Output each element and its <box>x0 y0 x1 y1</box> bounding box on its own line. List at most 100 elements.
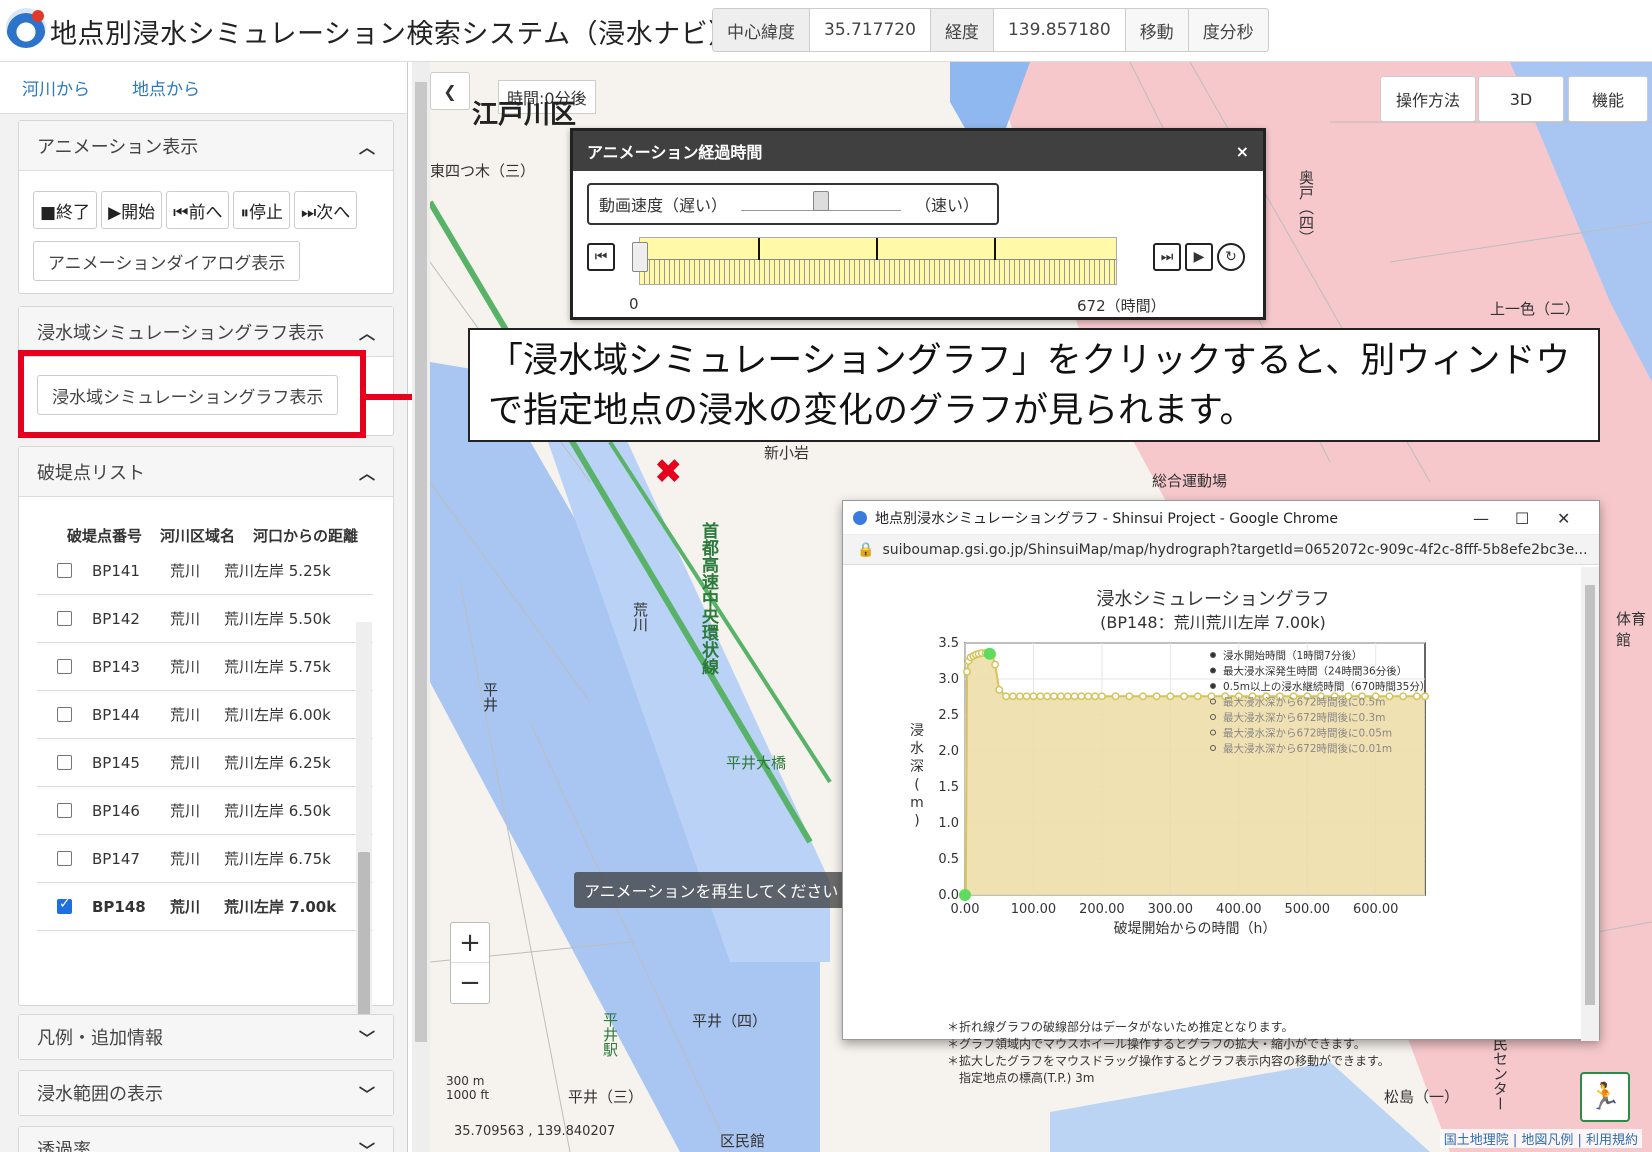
speed-slow-label: 動画速度（遅い） <box>599 196 728 215</box>
table-row[interactable]: BP145 荒川 荒川左岸 6.25k <box>37 739 373 787</box>
data-point <box>1043 692 1052 701</box>
row-checkbox[interactable] <box>57 659 72 674</box>
breach-panel-header[interactable]: 破堤点リスト ︿ <box>19 447 393 497</box>
graph-window-titlebar: 地点別浸水シミュレーショングラフ - Shinsui Project - Goo… <box>843 501 1599 535</box>
row-checkbox[interactable] <box>57 707 72 722</box>
table-row[interactable]: BP143 荒川 荒川左岸 5.75k <box>37 643 373 691</box>
move-button[interactable]: 移動 <box>1125 9 1189 51</box>
close-icon[interactable]: ✕ <box>1557 509 1570 528</box>
skip-start-icon[interactable]: ⏮ <box>587 243 615 271</box>
breach-point-marker-icon[interactable]: ✖ <box>654 452 683 492</box>
bp-number: BP143 <box>92 657 140 676</box>
anim-pause-button[interactable]: ⏸停止 <box>233 191 290 229</box>
legend-item: 0.5m以上の浸水継続時間（670時間35分） <box>1223 680 1430 693</box>
speed-slider[interactable] <box>741 191 902 211</box>
chevron-up-icon: ︿ <box>358 137 375 157</box>
y-tick-label: 3.5 <box>938 636 959 651</box>
close-icon[interactable]: × <box>1236 142 1249 161</box>
data-point <box>995 685 1004 694</box>
3d-button[interactable]: 3D <box>1478 76 1564 122</box>
map-label: 平井（四） <box>692 1012 768 1030</box>
row-checkbox[interactable] <box>57 896 72 914</box>
help-button[interactable]: 操作方法 <box>1380 76 1476 122</box>
scroll-thumb[interactable] <box>415 82 427 1042</box>
col-bp-number: 破堤点番号 <box>67 527 143 545</box>
data-point <box>1091 692 1100 701</box>
lon-input[interactable]: 139.857180 <box>993 9 1126 51</box>
anim-next-button[interactable]: ⏭次へ <box>293 191 358 229</box>
legend-panel-header[interactable]: 凡例・追加情報 ﹀ <box>19 1015 393 1059</box>
app-title: 地点別浸水シミュレーション検索システム（浸水ナビ） <box>50 19 736 50</box>
opacity-header[interactable]: 透過率 ﹀ <box>19 1127 393 1152</box>
map-label: 荒川 <box>631 602 649 632</box>
map-label: 民センター <box>1491 1036 1509 1111</box>
anim-dialog-button[interactable]: アニメーションダイアログ表示 <box>33 241 301 281</box>
tab-river[interactable]: 河川から <box>22 75 90 100</box>
table-row[interactable]: BP148 荒川 荒川左岸 7.00k <box>37 883 373 931</box>
address-bar[interactable]: 🔒 suiboumap.gsi.go.jp/ShinsuiMap/map/hydr… <box>843 535 1599 565</box>
x-tick-label: 500.00 <box>1285 902 1331 917</box>
zoom-out-button[interactable]: − <box>451 963 489 1003</box>
y-tick-label: 3.0 <box>938 672 959 687</box>
skip-end-icon[interactable]: ⏭ <box>1153 243 1181 271</box>
map-label: 平井 <box>481 682 499 712</box>
distance: 荒川左岸 5.75k <box>224 658 331 676</box>
slider-handle[interactable] <box>813 191 830 211</box>
table-row[interactable]: BP147 荒川 荒川左岸 6.75k <box>37 835 373 883</box>
row-checkbox[interactable] <box>57 803 72 818</box>
play-icon[interactable]: ▶ <box>1185 243 1213 271</box>
legend-item: 最大浸水深発生時間（24時間36分後） <box>1223 665 1407 678</box>
sidebar-scrollbar[interactable] <box>412 62 430 1152</box>
row-checkbox[interactable] <box>57 755 72 770</box>
minimize-icon[interactable]: — <box>1473 509 1489 528</box>
x-tick-label: 400.00 <box>1216 902 1262 917</box>
time-ticks <box>640 260 1116 284</box>
breach-panel-title: 破堤点リスト <box>37 462 145 484</box>
anim-prev-button[interactable]: ⏮前へ <box>166 191 230 229</box>
chevron-left-icon[interactable]: ❮ <box>430 72 470 110</box>
scroll-thumb[interactable] <box>358 852 370 1017</box>
flood-range-header[interactable]: 浸水範囲の表示 ﹀ <box>19 1071 393 1115</box>
time-track <box>640 238 1116 260</box>
repeat-icon[interactable]: ↻ <box>1217 243 1245 271</box>
zoom-in-button[interactable]: + <box>451 923 489 963</box>
map-label: 区民館 <box>720 1132 766 1150</box>
breach-table-body: BP141 荒川 荒川左岸 5.25k BP142 荒川 荒川左岸 5.50k BP143 荒… <box>37 547 373 931</box>
row-checkbox[interactable] <box>57 851 72 866</box>
chevron-down-icon: ﹀ <box>358 1141 375 1152</box>
graph-window-scrollbar[interactable] <box>1581 567 1599 1041</box>
map-attribution[interactable]: 国土地理院 | 地図凡例 | 利用規約 <box>1439 1129 1642 1148</box>
row-checkbox[interactable] <box>57 563 72 578</box>
y-tick-label: 2.0 <box>938 744 959 759</box>
table-row[interactable]: BP146 荒川 荒川左岸 6.50k <box>37 787 373 835</box>
distance: 荒川左岸 6.75k <box>224 850 331 868</box>
map-label: 新小岩 <box>764 444 810 462</box>
legend-panel-title: 凡例・追加情報 <box>37 1028 163 1049</box>
x-tick-label: 200.00 <box>1079 902 1125 917</box>
table-row[interactable]: BP144 荒川 荒川左岸 6.00k <box>37 691 373 739</box>
table-row[interactable]: BP141 荒川 荒川左岸 5.25k <box>37 547 373 595</box>
note-line: ＊グラフ領域内でマウスホイール操作するとグラフの拡大・縮小ができます。 <box>947 1037 1366 1051</box>
maximize-icon[interactable]: ☐ <box>1515 509 1529 528</box>
time-slider[interactable] <box>632 237 1117 285</box>
evacuation-icon[interactable]: 🏃 <box>1580 1072 1630 1122</box>
distance: 荒川左岸 5.25k <box>224 562 331 580</box>
functions-button[interactable]: 機能 <box>1568 76 1648 122</box>
anim-stop-button[interactable]: ■終了 <box>33 191 98 229</box>
data-point <box>1139 692 1147 701</box>
time-handle[interactable] <box>632 242 648 272</box>
legend-item: 最大浸水深から672時間後に0.3m <box>1223 711 1385 724</box>
dms-button[interactable]: 度分秒 <box>1188 9 1268 51</box>
scale-m: 300 m <box>446 1074 485 1088</box>
data-point <box>1063 692 1072 701</box>
breach-list-scrollbar[interactable] <box>356 622 372 1042</box>
animation-panel-header[interactable]: アニメーション表示 ︿ <box>19 121 393 171</box>
animation-dialog-header: アニメーション経過時間 × <box>573 131 1263 171</box>
hydrograph-chart[interactable]: 0.0 0.5 1.0 1.5 2.0 2.5 3.0 3.5 0.00 100.00 200.00… <box>843 635 1583 1015</box>
row-checkbox[interactable] <box>57 611 72 626</box>
table-row[interactable]: BP142 荒川 荒川左岸 5.50k <box>37 595 373 643</box>
scroll-thumb[interactable] <box>1585 585 1595 1005</box>
tab-location[interactable]: 地点から <box>132 75 200 100</box>
lat-input[interactable]: 35.717720 <box>810 9 931 51</box>
anim-start-button[interactable]: ▶開始 <box>101 191 163 229</box>
